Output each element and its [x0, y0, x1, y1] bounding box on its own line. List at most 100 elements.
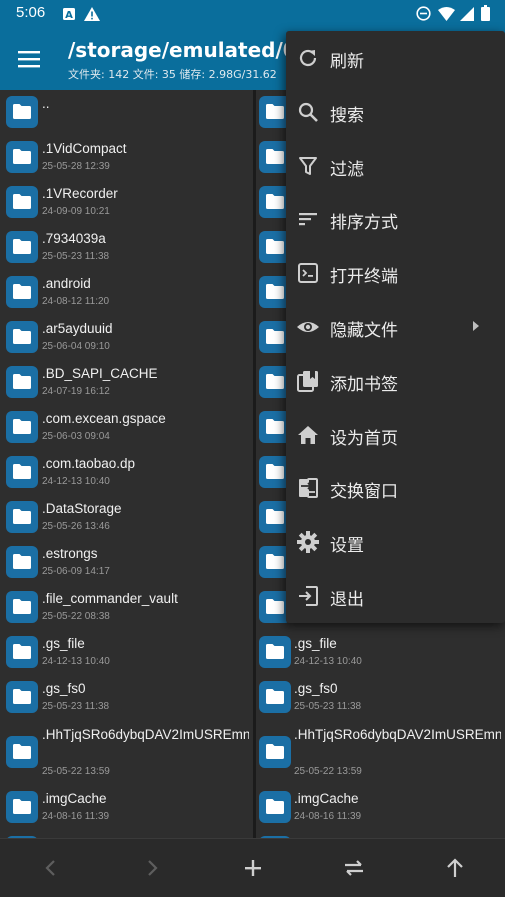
- back-arrow-icon[interactable]: [36, 853, 66, 883]
- home-icon: [296, 423, 320, 447]
- file-row[interactable]: .1VidCompact 25-05-28 12:39: [0, 135, 253, 180]
- menu-item[interactable]: 搜索: [286, 85, 505, 139]
- menu-item[interactable]: 退出: [286, 569, 505, 623]
- file-date: 24-12-13 10:40: [42, 656, 110, 667]
- refresh-icon: [296, 46, 320, 70]
- gear-icon: [296, 530, 320, 554]
- file-row[interactable]: .HhTjqSRo6dybqDAV2ImUSREmnZU= 25-05-22 13…: [0, 720, 253, 785]
- file-name: ..: [42, 96, 50, 111]
- file-date: 25-05-23 11:38: [294, 701, 362, 712]
- up-arrow-icon[interactable]: [440, 853, 470, 883]
- menu-item[interactable]: 设为首页: [286, 408, 505, 462]
- file-row[interactable]: .gs_file 24-12-13 10:40: [0, 630, 253, 675]
- menu-item[interactable]: 过滤: [286, 139, 505, 193]
- menu-item[interactable]: 设置: [286, 515, 505, 569]
- folder-icon: [6, 501, 38, 533]
- menu-item-label: 刷新: [330, 52, 364, 72]
- file-row[interactable]: .HhTjqSRo6dybqDAV2ImUSREmnZU= 25-05-22 13…: [256, 720, 505, 785]
- plus-icon[interactable]: [238, 853, 268, 883]
- folder-icon: [6, 636, 38, 668]
- file-date: 25-05-23 11:38: [42, 701, 110, 712]
- file-row[interactable]: .DataStorage 25-05-26 13:46: [0, 495, 253, 540]
- do-not-disturb-icon: [416, 6, 431, 25]
- menu-item[interactable]: 刷新: [286, 31, 505, 85]
- folder-icon: [259, 736, 291, 768]
- current-path: /storage/emulated/0/: [68, 38, 305, 62]
- folder-icon: [6, 141, 38, 173]
- storage-summary: 文件夹: 142 文件: 35 储存: 2.98G/31.62: [68, 68, 277, 81]
- file-date: 25-05-28 12:39: [42, 161, 110, 172]
- file-row[interactable]: .inuch: [256, 830, 505, 838]
- file-name: .1VidCompact: [42, 141, 127, 156]
- folder-icon: [6, 321, 38, 353]
- file-name: .7934039a: [42, 231, 106, 246]
- folder-icon: [6, 456, 38, 488]
- file-name: .com.taobao.dp: [42, 456, 136, 471]
- file-row[interactable]: .gs_fs0 25-05-23 11:38: [256, 675, 505, 720]
- file-date: 25-05-22 08:38: [42, 611, 110, 622]
- file-row[interactable]: .com.taobao.dp 24-12-13 10:40: [0, 450, 253, 495]
- folder-icon: [6, 681, 38, 713]
- menu-item-label: 设置: [330, 536, 364, 557]
- folder-icon: [6, 411, 38, 443]
- file-row[interactable]: .7934039a 25-05-23 11:38: [0, 225, 253, 270]
- forward-arrow-icon[interactable]: [137, 853, 167, 883]
- menu-item-label: 搜索: [330, 105, 364, 126]
- status-bar: 5:06 A: [0, 0, 505, 28]
- file-row[interactable]: .gs_file 24-12-13 10:40: [256, 630, 505, 675]
- file-row[interactable]: .inuch: [0, 830, 253, 838]
- overflow-menu: 刷新搜索过滤排序方式 打开终端 隐藏文件添加书签设为首页 交换窗口设置退出: [286, 31, 505, 623]
- terminal-icon: [296, 261, 320, 285]
- file-row[interactable]: .ar5ayduuid 25-06-04 09:10: [0, 315, 253, 360]
- file-row[interactable]: .estrongs 25-06-09 14:17: [0, 540, 253, 585]
- folder-icon: [6, 591, 38, 623]
- menu-item[interactable]: 排序方式: [286, 192, 505, 246]
- file-name: .file_commander_vault: [42, 591, 178, 606]
- left-file-pane[interactable]: .. .1VidCompact 25-05-28 12:39 .1VRecorder 2…: [0, 90, 253, 838]
- svg-text:A: A: [65, 10, 73, 21]
- folder-icon: [6, 546, 38, 578]
- menu-item-label: 添加书签: [330, 374, 398, 395]
- submenu-arrow-icon: [473, 321, 479, 331]
- file-row[interactable]: .1VRecorder 24-09-09 10:21: [0, 180, 253, 225]
- folder-icon: [6, 96, 38, 128]
- menu-item[interactable]: 添加书签: [286, 354, 505, 408]
- file-row[interactable]: .gs_fs0 25-05-23 11:38: [0, 675, 253, 720]
- menu-item-label: 过滤: [330, 159, 364, 180]
- file-name: .com.excean.gspace: [42, 411, 166, 426]
- file-date: 24-09-09 10:21: [42, 206, 110, 217]
- warning-icon: [84, 6, 100, 25]
- file-name: .HhTjqSRo6dybqDAV2ImUSREmnZU=: [42, 727, 249, 742]
- file-name: .HhTjqSRo6dybqDAV2ImUSREmnZU=: [294, 727, 501, 742]
- file-date: 25-06-09 14:17: [42, 566, 110, 577]
- file-row[interactable]: .file_commander_vault 25-05-22 08:38: [0, 585, 253, 630]
- swap-panes-icon[interactable]: [339, 853, 369, 883]
- menu-item[interactable]: 交换窗口: [286, 461, 505, 515]
- menu-item[interactable]: 隐藏文件: [286, 300, 505, 354]
- file-name: .BD_SAPI_CACHE: [42, 366, 158, 381]
- menu-item[interactable]: 打开终端: [286, 246, 505, 300]
- file-date: 25-06-03 09:04: [42, 431, 110, 442]
- folder-icon: [6, 231, 38, 263]
- file-row[interactable]: ..: [0, 90, 253, 135]
- bottom-toolbar: [0, 838, 505, 897]
- bookmarks-icon: [296, 369, 320, 393]
- file-row[interactable]: .com.excean.gspace 25-06-03 09:04: [0, 405, 253, 450]
- file-date: 24-12-13 10:40: [294, 656, 362, 667]
- file-row[interactable]: .imgCache 24-08-16 11:39: [256, 785, 505, 830]
- file-name: .gs_fs0: [294, 681, 338, 696]
- folder-icon: [6, 736, 38, 768]
- file-row[interactable]: .android 24-08-12 11:20: [0, 270, 253, 315]
- file-row[interactable]: .BD_SAPI_CACHE 24-07-19 16:12: [0, 360, 253, 405]
- file-date: 24-08-12 11:20: [42, 296, 110, 307]
- eye-icon: [296, 315, 320, 339]
- file-date: 24-07-19 16:12: [42, 386, 110, 397]
- exit-icon: [296, 584, 320, 608]
- file-name: .ar5ayduuid: [42, 321, 113, 336]
- file-date: 25-05-22 13:59: [294, 766, 362, 777]
- hamburger-menu-icon[interactable]: [14, 44, 44, 74]
- file-date: 24-08-16 11:39: [42, 811, 110, 822]
- file-row[interactable]: .imgCache 24-08-16 11:39: [0, 785, 253, 830]
- file-name: .gs_file: [294, 636, 337, 651]
- sort-icon: [296, 207, 320, 231]
